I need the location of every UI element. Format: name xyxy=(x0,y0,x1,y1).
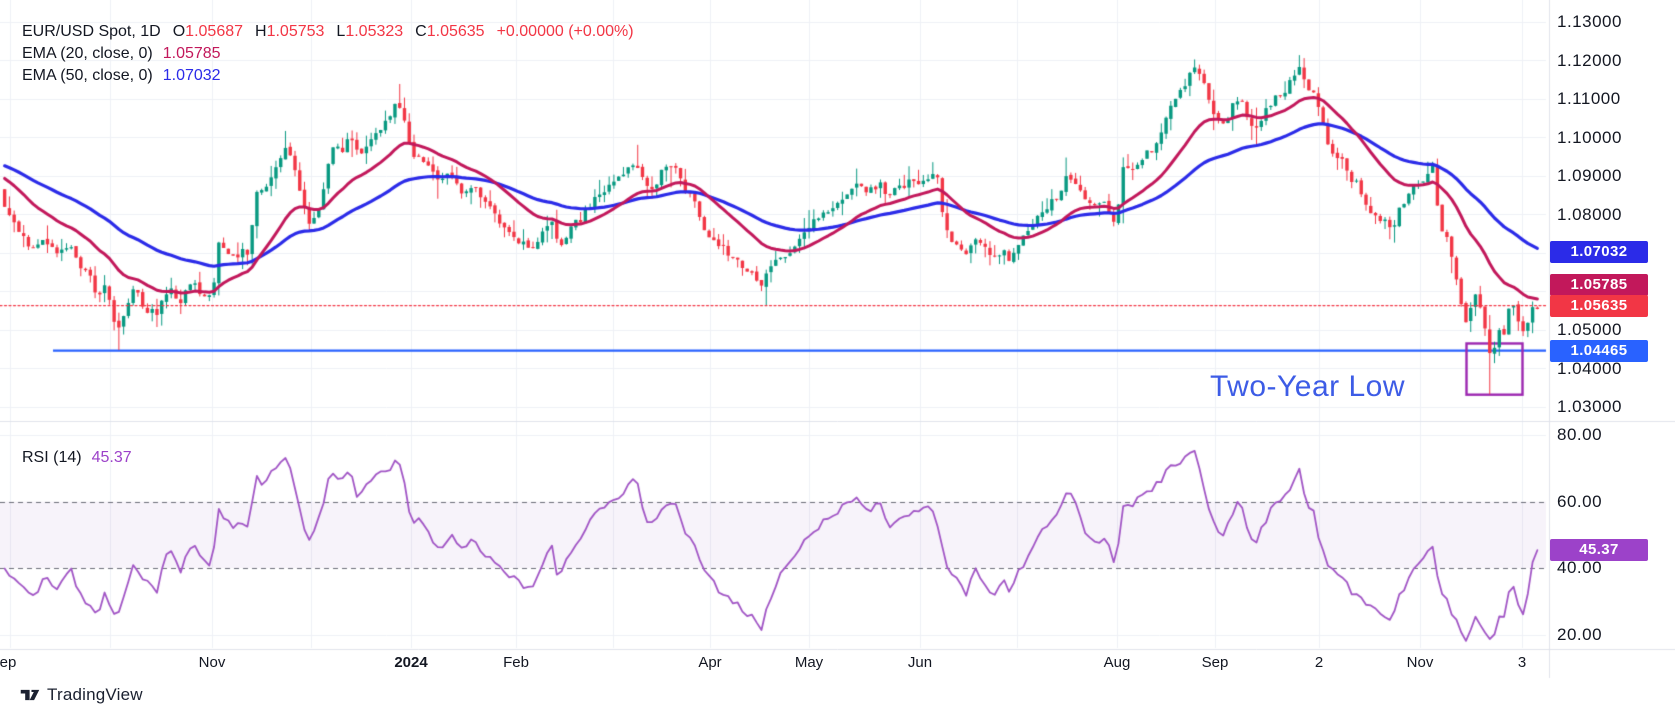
time-axis-label: Jun xyxy=(908,654,932,672)
ema50-legend-row[interactable]: EMA (50, close, 0) 1.07032 xyxy=(22,65,634,87)
time-axis-label: May xyxy=(795,654,823,672)
low-value: 1.05323 xyxy=(345,23,403,40)
symbol-title: EUR/USD Spot, 1D xyxy=(22,23,161,40)
time-axis-label: Feb xyxy=(503,654,529,672)
symbol-legend: EUR/USD Spot, 1D O1.05687 H1.05753 L1.05323… xyxy=(22,21,634,87)
close-value: 1.05635 xyxy=(427,23,485,40)
tradingview-watermark[interactable]: TradingView xyxy=(20,685,143,705)
open-label: O xyxy=(173,23,185,40)
time-axis-label: 2024 xyxy=(394,654,427,672)
rsi-value: 45.37 xyxy=(92,449,132,466)
rsi-label: RSI (14) xyxy=(22,449,82,466)
ema50-label: EMA (50, close, 0) xyxy=(22,67,153,84)
time-axis-label: Sep xyxy=(1202,654,1229,672)
open-value: 1.05687 xyxy=(185,23,243,40)
tradingview-chart: EUR/USD Spot, 1D O1.05687 H1.05753 L1.05323… xyxy=(0,0,1675,718)
time-axis-label: 3 xyxy=(1518,654,1526,672)
low-label: L xyxy=(336,23,345,40)
rsi-legend-row[interactable]: RSI (14) 45.37 xyxy=(22,447,132,469)
ema20-legend-row[interactable]: EMA (20, close, 0) 1.05785 xyxy=(22,43,634,65)
ema20-value: 1.05785 xyxy=(163,45,221,62)
close-label: C xyxy=(415,23,427,40)
high-value: 1.05753 xyxy=(267,23,325,40)
tradingview-logo-icon xyxy=(20,686,40,704)
time-axis-label: Aug xyxy=(1104,654,1131,672)
time-axis-label: Apr xyxy=(698,654,721,672)
watermark-label: TradingView xyxy=(47,685,143,705)
time-axis-label: Nov xyxy=(199,654,226,672)
ema20-label: EMA (20, close, 0) xyxy=(22,45,153,62)
ema50-value: 1.07032 xyxy=(163,67,221,84)
symbol-legend-row[interactable]: EUR/USD Spot, 1D O1.05687 H1.05753 L1.05323… xyxy=(22,21,634,43)
two-year-low-annotation[interactable]: Two-Year Low xyxy=(1210,370,1405,404)
time-axis-label: 2 xyxy=(1315,654,1323,672)
high-label: H xyxy=(255,23,267,40)
change-value: +0.00000 (+0.00%) xyxy=(497,23,634,40)
time-axis-label: Nov xyxy=(1407,654,1434,672)
chart-canvas[interactable] xyxy=(0,0,1675,718)
time-axis-label: ep xyxy=(0,654,16,672)
